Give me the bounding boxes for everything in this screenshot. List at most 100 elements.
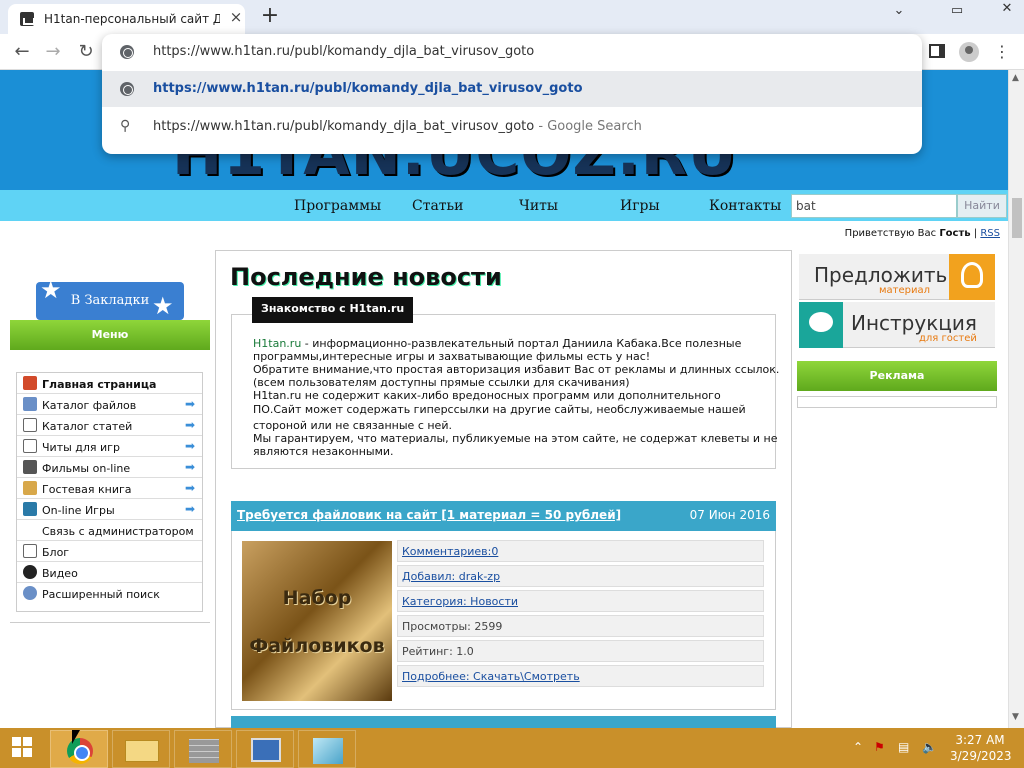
site-search-button[interactable]: Найти bbox=[957, 194, 1007, 218]
post-views-row: Просмотры: 2599 bbox=[397, 615, 764, 637]
menu-item-label: Связь с администратором bbox=[42, 525, 194, 538]
search-globe-icon bbox=[23, 586, 37, 600]
intro-line: программы,интересные игры и захватывающи… bbox=[253, 350, 651, 363]
taskbar-file-explorer[interactable] bbox=[112, 730, 170, 768]
site-link[interactable]: H1tan.ru bbox=[253, 337, 301, 350]
nav-link-articles[interactable]: Статьи bbox=[412, 198, 464, 214]
menu-item-blog[interactable]: Блог bbox=[17, 541, 202, 562]
intro-line: являются незаконными. bbox=[253, 445, 394, 458]
post-author-row: Добавил: drak-zp bbox=[397, 565, 764, 587]
system-clock[interactable]: 3:27 AM 3/29/2023 bbox=[950, 732, 1012, 764]
menu-item-label: Читы для игр bbox=[42, 441, 120, 454]
nav-link-programs[interactable]: Программы bbox=[294, 198, 381, 214]
bookmark-button[interactable]: ★ В Закладки ★ bbox=[36, 278, 184, 320]
menu-item-cheats[interactable]: Читы для игр ➡ bbox=[17, 436, 202, 457]
menu-item-home[interactable]: Главная страница bbox=[17, 373, 202, 394]
taskbar-app[interactable] bbox=[174, 730, 232, 768]
omnibox-input-row[interactable]: https://www.h1tan.ru/publ/komandy_djla_b… bbox=[102, 34, 922, 70]
volume-icon[interactable]: 🔈 bbox=[922, 740, 937, 754]
menu-item-label: Гостевая книга bbox=[42, 483, 132, 496]
post-title-link[interactable]: Требуется файловик на сайт [1 материал =… bbox=[237, 508, 621, 522]
greeting-prefix: Приветствую Вас bbox=[844, 228, 940, 239]
post-comments-row: Комментариев:0 bbox=[397, 540, 764, 562]
taskbar-app[interactable] bbox=[298, 730, 356, 768]
nav-link-cheats[interactable]: Читы bbox=[519, 198, 558, 214]
post-rating-row: Рейтинг: 1.0 bbox=[397, 640, 764, 662]
site-search-input[interactable]: bat bbox=[791, 194, 957, 218]
nav-link-games[interactable]: Игры bbox=[620, 198, 660, 214]
reload-icon[interactable]: ↻ bbox=[74, 40, 98, 64]
film-icon bbox=[23, 460, 37, 474]
image-caption: Набор bbox=[282, 587, 352, 609]
menu-item-movies[interactable]: Фильмы on-line ➡ bbox=[17, 457, 202, 478]
author-link[interactable]: Добавил: drak-zp bbox=[402, 570, 500, 583]
ad-header: Реклама bbox=[797, 361, 997, 391]
suggestion-suffix: - Google Search bbox=[534, 119, 642, 134]
start-button[interactable] bbox=[0, 728, 46, 768]
banner-subtitle: для гостей bbox=[919, 333, 977, 344]
post-image[interactable]: Набор Файловиков bbox=[242, 541, 392, 701]
book-icon bbox=[23, 481, 37, 495]
tab-close-icon[interactable]: × bbox=[227, 8, 245, 26]
menu-item-label: Главная страница bbox=[42, 378, 157, 391]
video-icon bbox=[23, 565, 37, 579]
comments-link[interactable]: Комментариев:0 bbox=[402, 545, 498, 558]
greeting-separator: | bbox=[970, 228, 981, 239]
greeting-user: Гость bbox=[939, 228, 971, 239]
scroll-up-icon[interactable]: ▲ bbox=[1012, 73, 1019, 83]
omnibox-suggestion-search[interactable]: ⚲ https://www.h1tan.ru/publ/komandy_djla… bbox=[102, 109, 922, 145]
action-center-flag-icon[interactable]: ⚑ bbox=[874, 740, 885, 754]
clock-date: 3/29/2023 bbox=[950, 749, 1012, 763]
browser-tab-strip: H1tan-персональный сайт Дани × + ⌄ ▭ ✕ bbox=[0, 0, 1024, 34]
document-icon bbox=[23, 439, 37, 453]
back-arrow-icon[interactable]: ← bbox=[10, 40, 34, 64]
omnibox-suggestion-url[interactable]: https://www.h1tan.ru/publ/komandy_djla_b… bbox=[102, 71, 922, 107]
address-bar-input[interactable]: https://www.h1tan.ru/publ/komandy_djla_b… bbox=[153, 44, 534, 59]
category-link[interactable]: Категория: Новости bbox=[402, 595, 518, 608]
browser-tab[interactable]: H1tan-персональный сайт Дани × bbox=[8, 4, 245, 34]
windows-logo-icon bbox=[12, 737, 21, 746]
scroll-down-icon[interactable]: ▼ bbox=[1012, 712, 1019, 722]
forward-arrow-icon[interactable]: → bbox=[41, 40, 65, 64]
menu-item-online-games[interactable]: On-line Игры ➡ bbox=[17, 499, 202, 520]
minimize-button[interactable]: ⌄ bbox=[882, 2, 916, 20]
menu-item-label: Каталог файлов bbox=[42, 399, 137, 412]
profile-avatar-icon[interactable] bbox=[959, 42, 979, 62]
nav-link-contacts[interactable]: Контакты bbox=[709, 198, 781, 214]
menu-item-contact-admin[interactable]: Связь с администратором bbox=[17, 520, 202, 541]
windows-logo-icon bbox=[12, 748, 21, 757]
menu-item-advanced-search[interactable]: Расширенный поиск bbox=[17, 583, 202, 604]
close-window-button[interactable]: ✕ bbox=[990, 0, 1024, 20]
post-date: 07 Июн 2016 bbox=[689, 508, 770, 522]
globe-icon bbox=[120, 45, 134, 59]
menu-item-files[interactable]: Каталог файлов ➡ bbox=[17, 394, 202, 415]
side-panel-icon[interactable] bbox=[929, 44, 945, 58]
intro-line: ПО.Сайт может содержать гиперссылки на д… bbox=[253, 403, 746, 416]
network-icon[interactable]: ▤ bbox=[898, 740, 909, 754]
suggest-material-banner[interactable]: Предложить материал bbox=[799, 254, 995, 300]
suggestion-text: https://www.h1tan.ru/publ/komandy_djla_b… bbox=[153, 81, 583, 96]
windows-logo-icon bbox=[23, 748, 32, 757]
menu-kebab-icon[interactable]: ⋮ bbox=[994, 42, 1010, 62]
tray-overflow-icon[interactable]: ⌃ bbox=[853, 740, 863, 754]
restore-button[interactable]: ▭ bbox=[940, 2, 974, 20]
more-link[interactable]: Подробнее: Скачать\Смотреть bbox=[402, 670, 580, 683]
instruction-banner[interactable]: Инструкция для гостей bbox=[799, 302, 995, 348]
image-caption: Файловиков bbox=[249, 635, 385, 657]
menu-item-articles[interactable]: Каталог статей ➡ bbox=[17, 415, 202, 436]
game-icon bbox=[23, 502, 37, 516]
menu-item-video[interactable]: Видео bbox=[17, 562, 202, 583]
page-scrollbar[interactable]: ▲ ▼ bbox=[1008, 70, 1024, 728]
intro-line: H1tan.ru не содержит каких-либо вредонос… bbox=[253, 389, 721, 402]
menu-item-label: Блог bbox=[42, 546, 70, 559]
catalog-icon bbox=[23, 397, 37, 411]
star-icon: ★ bbox=[40, 276, 62, 304]
scroll-thumb[interactable] bbox=[1012, 198, 1022, 238]
menu-item-guestbook[interactable]: Гостевая книга ➡ bbox=[17, 478, 202, 499]
new-tab-button[interactable]: + bbox=[258, 4, 282, 28]
banner-subtitle: материал bbox=[879, 285, 931, 296]
document-icon bbox=[23, 418, 37, 432]
taskbar-app[interactable] bbox=[236, 730, 294, 768]
rss-link[interactable]: RSS bbox=[980, 228, 1000, 239]
windows-logo-icon bbox=[23, 737, 32, 746]
